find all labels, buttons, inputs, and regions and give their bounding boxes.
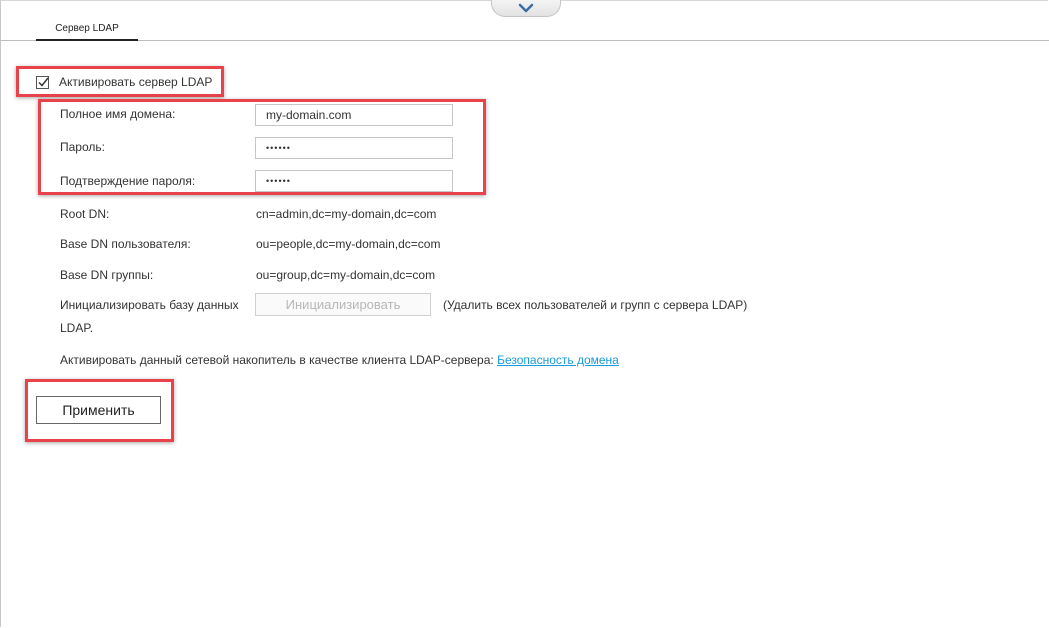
confirm-password-label: Подтверждение пароля: bbox=[60, 174, 196, 188]
init-db-label-cont: LDAP. bbox=[60, 321, 94, 335]
group-base-dn-value: ou=group,dc=my-domain,dc=com bbox=[256, 268, 436, 282]
user-base-dn-label: Base DN пользователя: bbox=[60, 237, 191, 251]
domain-security-link[interactable]: Безопасность домена bbox=[497, 353, 619, 367]
initialize-button[interactable]: Инициализировать bbox=[255, 293, 431, 316]
domain-input[interactable] bbox=[255, 104, 453, 126]
password-input[interactable] bbox=[255, 137, 453, 159]
enable-ldap-row[interactable]: Активировать сервер LDAP bbox=[36, 75, 212, 89]
root-dn-label: Root DN: bbox=[60, 207, 110, 221]
apply-button[interactable]: Применить bbox=[36, 396, 161, 424]
init-db-label: Инициализировать базу данных bbox=[60, 298, 239, 312]
enable-ldap-checkbox[interactable] bbox=[36, 75, 49, 89]
tab-ldap-server[interactable]: Сервер LDAP bbox=[36, 23, 138, 41]
root-dn-value: cn=admin,dc=my-domain,dc=com bbox=[256, 207, 437, 221]
checkmark-icon bbox=[38, 77, 49, 87]
chevron-down-icon bbox=[518, 3, 534, 13]
collapse-handle[interactable] bbox=[491, 0, 561, 17]
ldap-client-text: Активировать данный сетевой накопитель в… bbox=[60, 353, 619, 367]
confirm-password-input[interactable] bbox=[255, 170, 453, 192]
domain-label: Полное имя домена: bbox=[60, 107, 176, 121]
init-db-note: (Удалить всех пользователей и групп с се… bbox=[443, 298, 748, 312]
user-base-dn-value: ou=people,dc=my-domain,dc=com bbox=[256, 237, 441, 251]
password-label: Пароль: bbox=[60, 140, 105, 154]
window-frame bbox=[0, 0, 1048, 627]
tab-bar bbox=[0, 40, 1049, 41]
group-base-dn-label: Base DN группы: bbox=[60, 268, 154, 282]
enable-ldap-label: Активировать сервер LDAP bbox=[59, 75, 213, 89]
ldap-client-label: Активировать данный сетевой накопитель в… bbox=[60, 353, 498, 367]
